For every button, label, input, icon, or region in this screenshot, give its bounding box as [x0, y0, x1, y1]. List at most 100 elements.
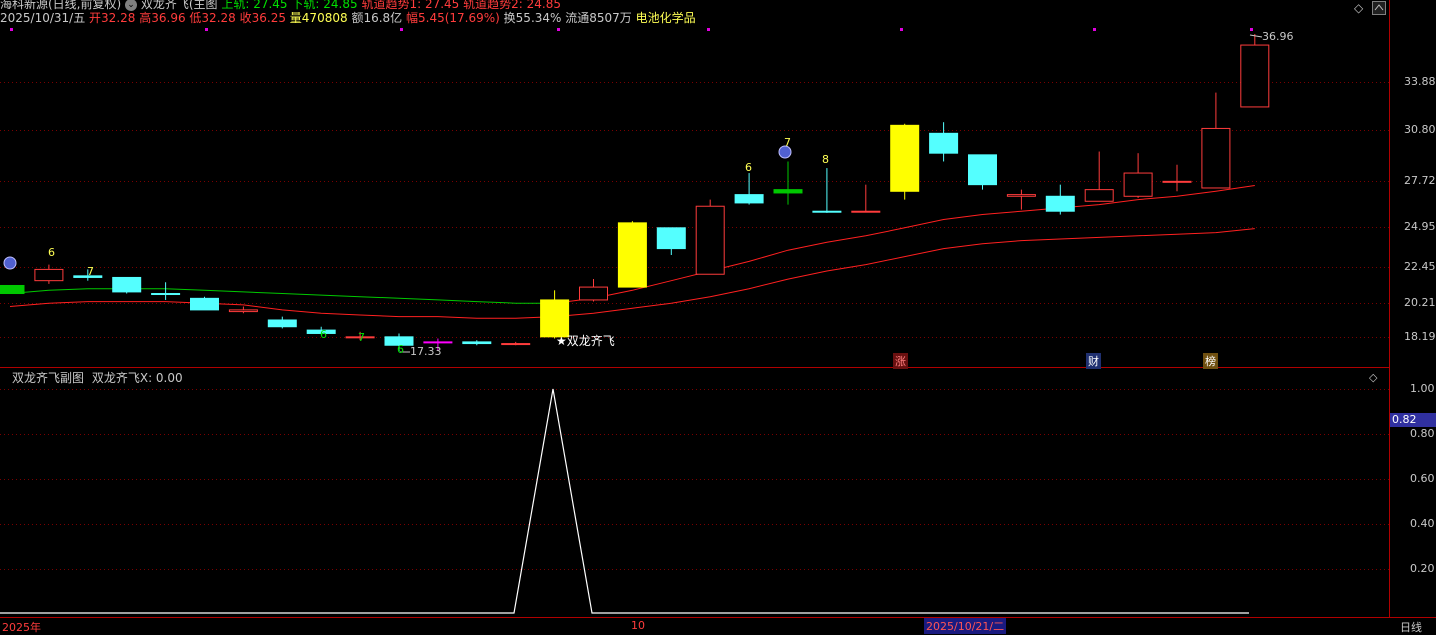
indicator-name[interactable]: 双龙齐飞(主图 [141, 0, 218, 11]
period-marker [707, 28, 710, 31]
count-label: 6 [320, 328, 327, 341]
count-label: 8 [822, 153, 829, 166]
time-label-month: 10 [631, 619, 645, 632]
sub-chart-header: 双龙齐飞副图 双龙齐飞X: 0.00 [12, 371, 183, 385]
candle-body [501, 343, 531, 346]
candle-body [734, 194, 764, 204]
sub-current-value: 0.82 [1390, 413, 1436, 427]
chart-canvas[interactable] [0, 0, 1436, 633]
float-value: 流通8507万 [565, 11, 632, 25]
lower-band-label: 下轨: 24.85 [291, 0, 358, 11]
candle [617, 221, 647, 288]
candle [267, 316, 297, 329]
diamond-icon[interactable]: ◇ [1369, 371, 1377, 384]
tag-zhang[interactable]: 涨 [893, 353, 908, 369]
trend2-label: 轨道趋势2: 24.85 [463, 0, 561, 11]
turnover-value: 换55.34% [503, 11, 562, 25]
high-mark-label: 36.96 [1262, 30, 1294, 43]
candle [968, 154, 997, 190]
period-marker [900, 28, 903, 31]
candle [228, 306, 258, 314]
header-row2: 2025/10/31/五 开32.28 高36.96 低32.28 收36.25… [0, 11, 696, 25]
candle [151, 282, 181, 300]
tag-bang[interactable]: 榜 [1203, 353, 1218, 369]
candle [1084, 151, 1114, 202]
candle-body [112, 276, 142, 293]
candle-body [34, 268, 64, 282]
candle-body [228, 309, 258, 313]
price-axis-label: 27.72 [1404, 174, 1436, 187]
close-value: 收36.25 [239, 11, 286, 25]
signal-label: ★双龙齐飞 [556, 334, 615, 348]
candle [501, 341, 531, 346]
sub-axis-label: 0.80 [1410, 427, 1435, 440]
high-value: 高36.96 [139, 11, 186, 25]
candle [695, 199, 725, 275]
diamond-icon[interactable]: ◇ [1354, 1, 1368, 15]
candle [579, 279, 608, 302]
amount-value: 额16.8亿 [351, 11, 403, 25]
sub-chart-name[interactable]: 双龙齐飞副图 [12, 371, 84, 385]
upper-band-green [9, 288, 555, 304]
candle [112, 276, 142, 294]
count-label: 6 [397, 343, 404, 356]
price-axis-label: 22.45 [1404, 260, 1436, 273]
period-marker [1250, 28, 1253, 31]
period-marker [557, 28, 560, 31]
sub-axis-label: 1.00 [1410, 382, 1435, 395]
open-value: 开32.28 [89, 11, 136, 25]
candle-body [1240, 44, 1270, 108]
stock-name[interactable]: 海科新源(日线,前复权) [0, 0, 121, 11]
candle-body [1201, 127, 1231, 189]
sub-chart [0, 388, 1249, 614]
candle-body [851, 210, 881, 213]
candle-body [1162, 180, 1192, 183]
dropdown-icon[interactable]: ⌄ [125, 0, 138, 11]
period-marker [400, 28, 403, 31]
low-value: 低32.28 [189, 11, 236, 25]
candle [1045, 184, 1075, 215]
count-label: 7 [784, 136, 791, 149]
candle-body [1084, 189, 1114, 202]
candle-body [423, 341, 453, 344]
trend1-label: 轨道趋势1: 27.45 [361, 0, 460, 11]
candle [1201, 92, 1231, 189]
candle [1006, 189, 1036, 210]
candle-body [1045, 195, 1075, 212]
volume-value: 量470808 [289, 11, 348, 25]
sub-axis-label: 0.60 [1410, 472, 1435, 485]
change-value: 幅5.45(17.69%) [406, 11, 500, 25]
candle [1123, 153, 1153, 198]
scroll-up-button[interactable] [1372, 1, 1386, 15]
candle [812, 168, 842, 213]
tag-cai[interactable]: 财 [1086, 353, 1101, 369]
time-label-date: 2025/10/21/二 [924, 618, 1007, 634]
high-mark-pointer [1249, 34, 1263, 38]
candle-body [579, 286, 608, 301]
candle-body [0, 284, 25, 295]
sector-name[interactable]: 电池化学品 [636, 11, 696, 25]
candle [656, 227, 686, 255]
candle-body [151, 293, 181, 296]
candle-body [617, 222, 647, 288]
count-label: 6 [48, 246, 55, 259]
candle-body [812, 210, 842, 213]
count-label: 6 [745, 161, 752, 174]
sub-axis-label: 0.20 [1410, 562, 1435, 575]
count-label: 7 [358, 331, 365, 344]
candle-body [267, 319, 297, 328]
candle-body [968, 154, 997, 186]
candle-body [773, 189, 803, 194]
candlesticks[interactable] [0, 34, 1270, 352]
candle [734, 173, 764, 205]
period-marker [205, 28, 208, 31]
low-mark-label: 17.33 [410, 345, 442, 358]
upper-band-label: 上轨: 27.45 [221, 0, 288, 11]
sub-chart-value: 双龙齐飞X: 0.00 [91, 371, 183, 385]
count-label: 7 [87, 265, 94, 278]
period-marker [10, 28, 13, 31]
price-axis-label: 20.21 [1404, 296, 1436, 309]
candle [929, 122, 959, 162]
candle [190, 296, 219, 311]
sub-axis-label: 0.40 [1410, 517, 1435, 530]
